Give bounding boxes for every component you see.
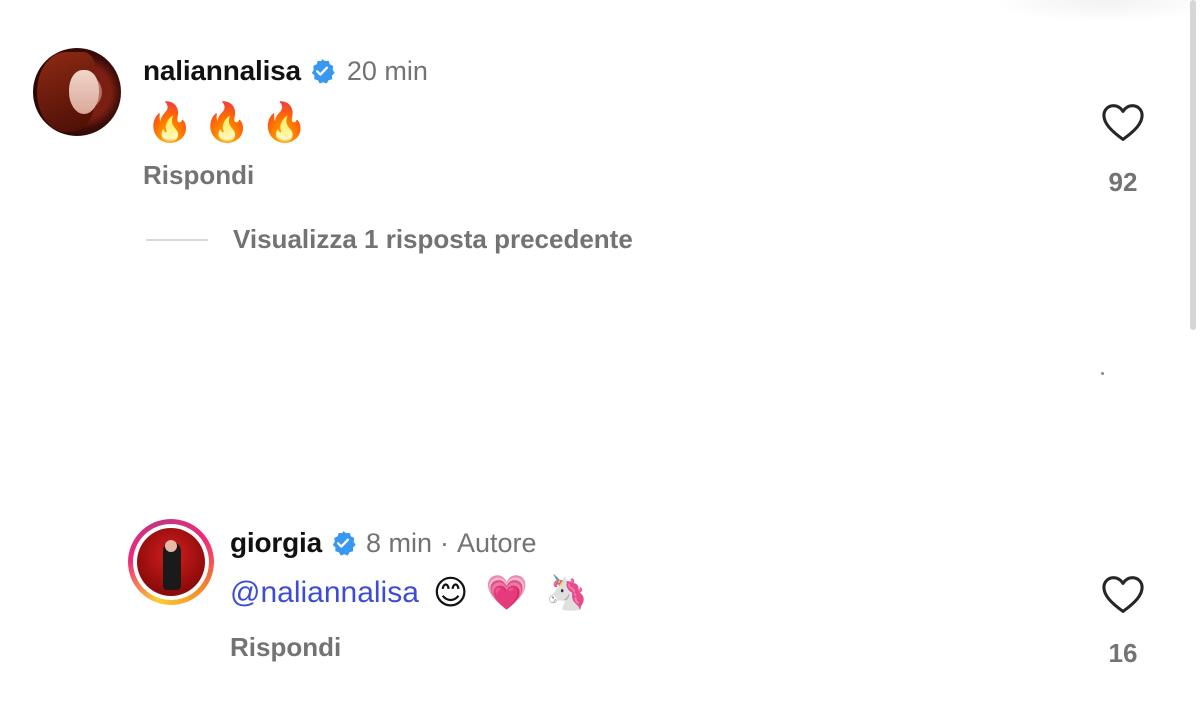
avatar[interactable] xyxy=(128,519,214,605)
view-previous-replies-button[interactable]: Visualizza 1 risposta precedente xyxy=(233,224,633,255)
comment-time: 8 min xyxy=(365,527,432,558)
avatar-face xyxy=(69,70,99,114)
verified-badge-icon xyxy=(332,530,356,556)
reply-header: giorgia 8 min · Autore xyxy=(230,527,537,559)
reply-emojis: 😊 💗 🦄 xyxy=(432,574,592,612)
avatar[interactable] xyxy=(33,48,121,136)
mention-link[interactable]: @naliannalisa xyxy=(230,576,419,610)
author-label: Autore xyxy=(456,527,537,558)
stray-dot xyxy=(1101,372,1104,375)
comment-header: naliannalisa 20 min xyxy=(143,55,428,87)
comment-item: naliannalisa 20 min 🔥🔥🔥 Rispondi 92 xyxy=(0,0,1200,200)
separator-dot: · xyxy=(439,527,449,558)
reply-text: @naliannalisa 😊 💗 🦄 xyxy=(230,573,592,613)
reply-button[interactable]: Rispondi xyxy=(230,632,341,663)
comment-time: 20 min xyxy=(346,55,428,86)
reply-button[interactable]: Rispondi xyxy=(143,160,254,191)
avatar-head xyxy=(165,540,177,552)
verified-badge-icon xyxy=(311,58,335,84)
username[interactable]: naliannalisa xyxy=(143,55,301,87)
username[interactable]: giorgia xyxy=(230,527,322,559)
like-count: 16 xyxy=(1108,638,1138,668)
reply-item: giorgia 8 min · Autore @naliannalisa 😊 💗… xyxy=(0,500,1200,708)
comment-text: 🔥🔥🔥 xyxy=(146,102,318,144)
heart-icon[interactable] xyxy=(1101,575,1145,615)
like-count: 92 xyxy=(1108,167,1138,197)
avatar-photo xyxy=(137,528,205,596)
thread-line xyxy=(146,239,208,241)
heart-icon[interactable] xyxy=(1101,103,1145,143)
